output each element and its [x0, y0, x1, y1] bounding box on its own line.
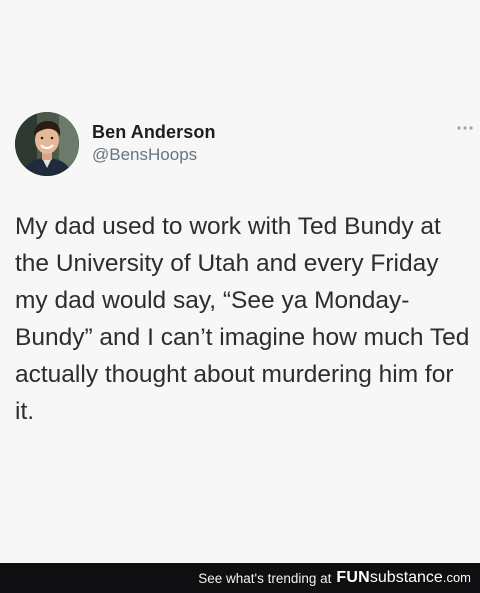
author-handle[interactable]: @BensHoops: [92, 145, 197, 165]
tweet-text: My dad used to work with Ted Bundy at th…: [15, 213, 470, 425]
author-name[interactable]: Ben Anderson: [92, 122, 216, 143]
brand-tld: .com: [442, 570, 471, 585]
funsubstance-logo-link[interactable]: FUN substance .com: [336, 569, 471, 587]
brand-fun: FUN: [336, 569, 370, 586]
footer-banner: See what's trending at FUN substance .com: [0, 563, 480, 593]
footer-trending-text: See what's trending at: [198, 570, 332, 586]
avatar-image: [15, 112, 79, 176]
brand-substance: substance: [369, 569, 443, 586]
avatar[interactable]: [15, 112, 79, 176]
more-horizontal-icon[interactable]: [456, 124, 474, 132]
tweet-card: Ben Anderson @BensHoops My dad used to w…: [0, 0, 480, 563]
